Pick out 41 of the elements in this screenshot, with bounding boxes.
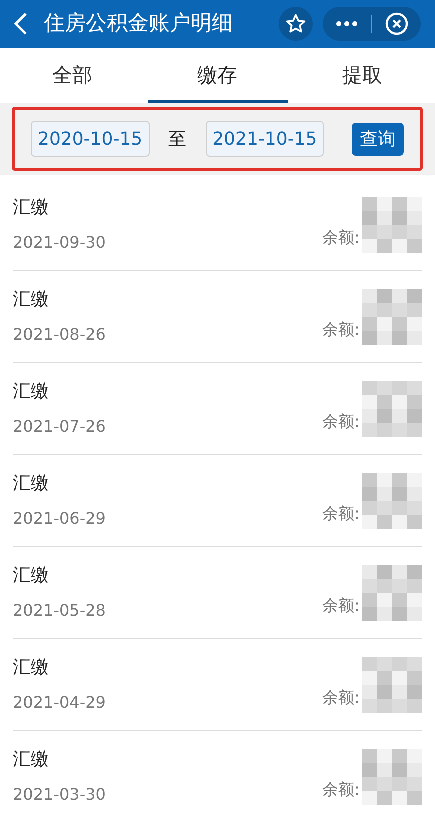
record-date: 2021-04-29 bbox=[13, 692, 107, 714]
record-type: 汇缴 bbox=[13, 472, 50, 496]
record-type: 汇缴 bbox=[13, 380, 50, 404]
redacted-amount bbox=[362, 564, 422, 620]
redacted-amount bbox=[362, 472, 422, 528]
record-date: 2021-06-29 bbox=[13, 508, 107, 530]
balance-label: 余额: bbox=[322, 319, 360, 341]
record-date: 2021-08-26 bbox=[13, 324, 107, 346]
balance-label: 余额: bbox=[322, 503, 360, 525]
record-date: 2021-09-30 bbox=[13, 232, 107, 254]
balance-label: 余额: bbox=[322, 595, 360, 617]
star-icon bbox=[285, 13, 307, 35]
redacted-amount bbox=[362, 656, 422, 712]
balance-label: 余额: bbox=[322, 411, 360, 433]
record-type: 汇缴 bbox=[13, 656, 50, 680]
end-date-field[interactable]: 2021-10-15 bbox=[206, 121, 324, 157]
query-button[interactable]: 查询 bbox=[352, 122, 404, 156]
tab[interactable]: 缴存 bbox=[198, 60, 238, 90]
close-icon bbox=[384, 12, 408, 36]
record-date: 2021-03-30 bbox=[13, 784, 107, 806]
back-icon[interactable] bbox=[14, 12, 28, 36]
balance-label: 余额: bbox=[322, 227, 360, 249]
redacted-amount bbox=[362, 380, 422, 436]
record-date: 2021-07-26 bbox=[13, 416, 107, 438]
redacted-amount bbox=[362, 288, 422, 344]
tab[interactable]: 全部 bbox=[52, 60, 92, 90]
separator-text: 至 bbox=[168, 128, 187, 152]
more-icon bbox=[336, 21, 358, 27]
record-type: 汇缴 bbox=[13, 288, 50, 312]
tab[interactable]: 提取 bbox=[342, 60, 382, 90]
favorite-button[interactable] bbox=[279, 7, 313, 41]
record-date: 2021-05-28 bbox=[13, 600, 107, 622]
page-title: 住房公积金账户明细 bbox=[44, 10, 234, 38]
redacted-amount bbox=[362, 196, 422, 252]
balance-label: 余额: bbox=[322, 779, 360, 801]
redacted-amount bbox=[362, 748, 422, 804]
balance-label: 余额: bbox=[322, 687, 360, 709]
record-type: 汇缴 bbox=[13, 196, 50, 220]
record-type: 汇缴 bbox=[13, 748, 50, 772]
record-type: 汇缴 bbox=[13, 564, 50, 588]
start-date-field[interactable]: 2020-10-15 bbox=[31, 121, 150, 157]
